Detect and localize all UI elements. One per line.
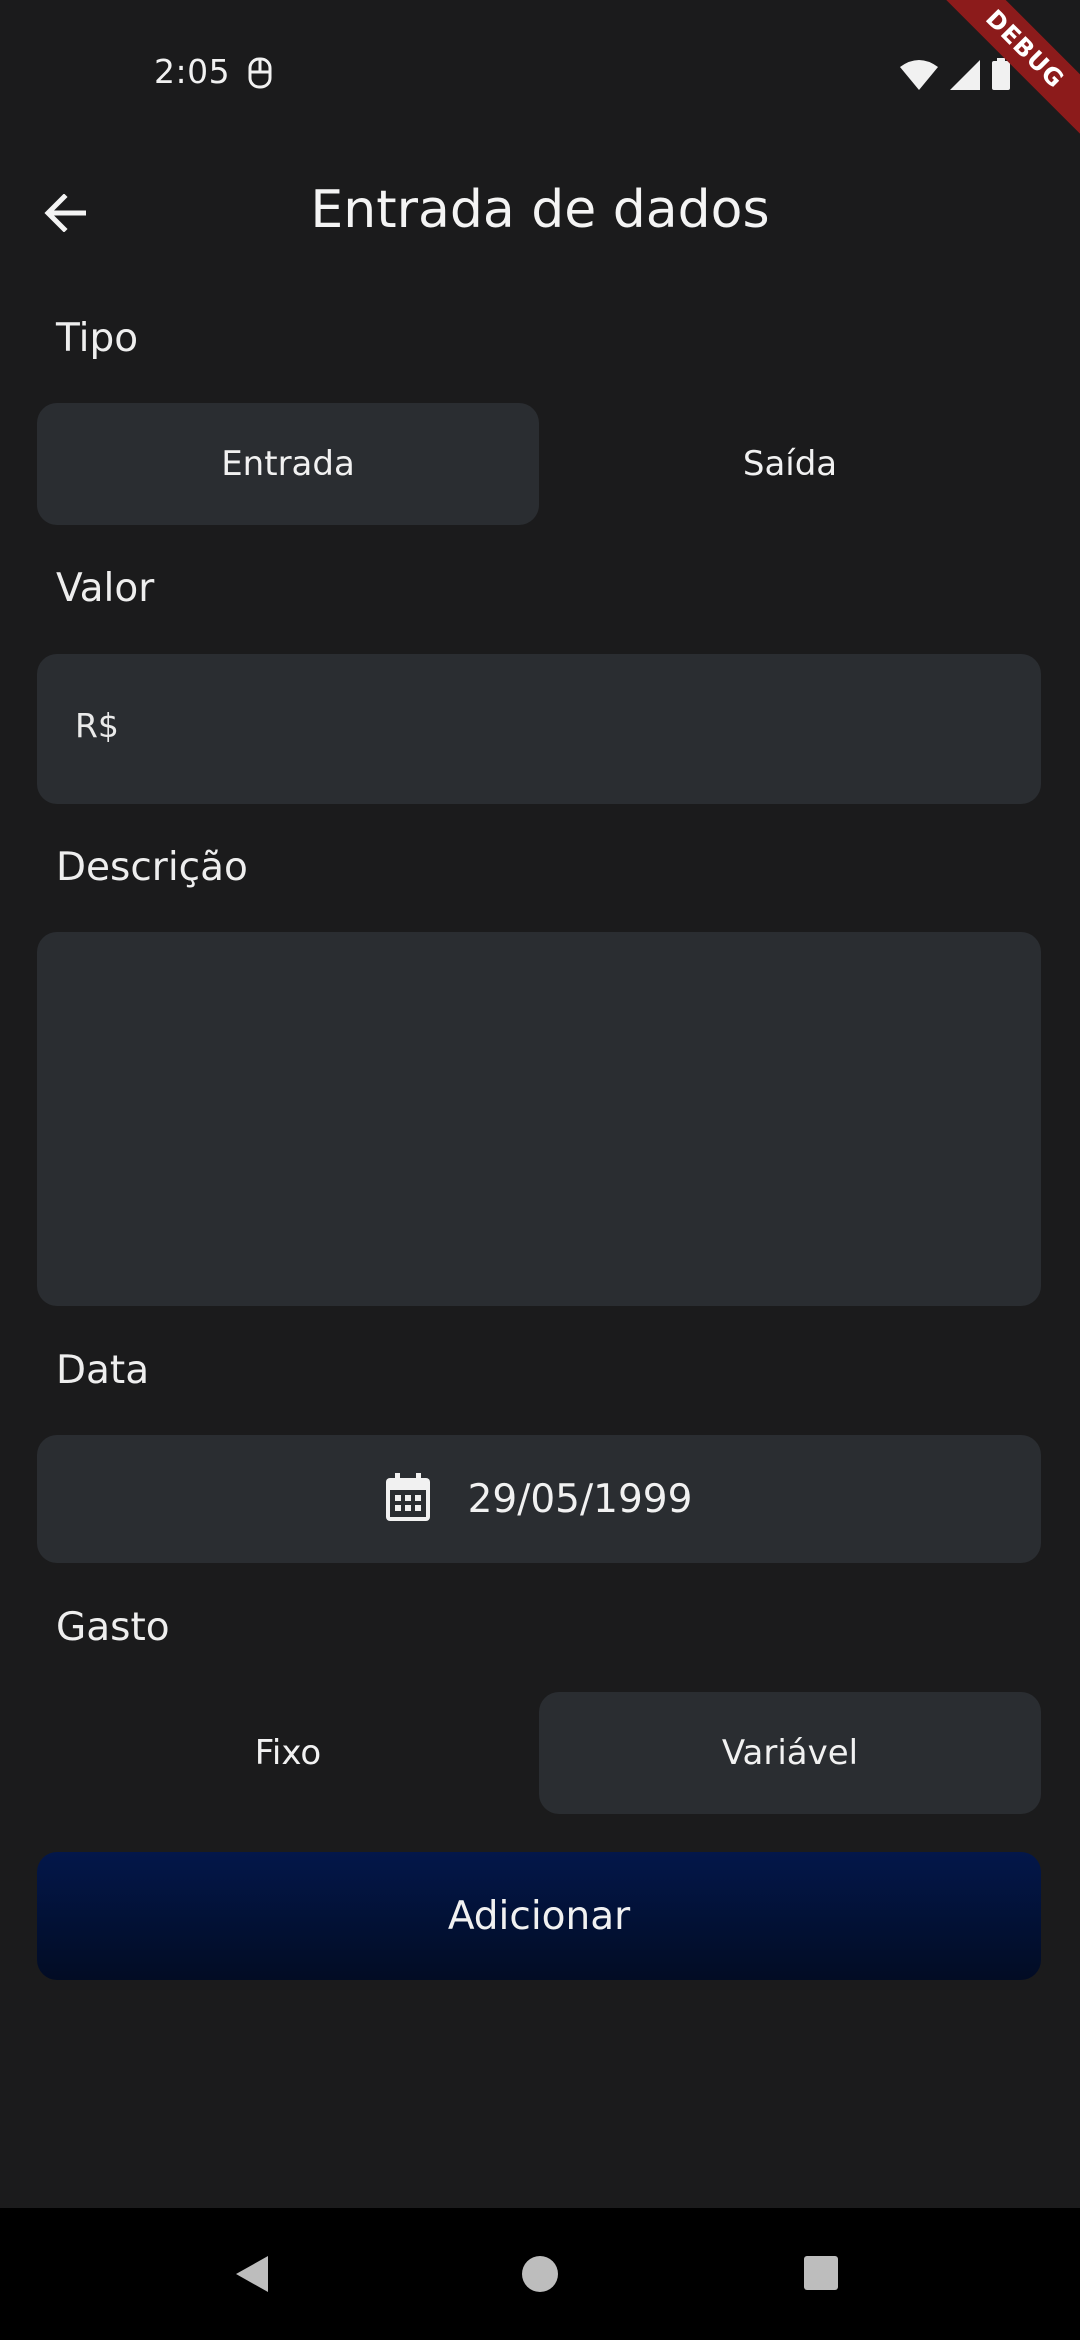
descricao-label: Descrição [56, 845, 248, 890]
calendar-icon [385, 1473, 430, 1525]
back-button[interactable] [30, 180, 100, 250]
descricao-input[interactable] [67, 962, 1011, 1276]
descricao-field [37, 932, 1041, 1306]
gasto-label: Gasto [56, 1605, 170, 1650]
currency-prefix: R$ [75, 706, 119, 745]
status-time: 2:05 [154, 52, 231, 91]
tipo-option-entrada[interactable]: Entrada [37, 403, 539, 525]
nav-home-button[interactable] [520, 2254, 560, 2294]
notification-icon [245, 56, 275, 90]
arrow-left-icon [44, 193, 87, 236]
signal-icon [950, 60, 980, 94]
data-label: Data [56, 1348, 150, 1393]
nav-back-button[interactable] [234, 2254, 274, 2294]
add-button[interactable]: Adicionar [37, 1852, 1041, 1980]
valor-field: R$ [37, 654, 1041, 804]
valor-label: Valor [56, 566, 155, 611]
gasto-option-fixo[interactable]: Fixo [37, 1692, 539, 1814]
nav-recents-button[interactable] [802, 2254, 842, 2294]
system-nav-bar [0, 2208, 1080, 2340]
gasto-option-variavel[interactable]: Variável [539, 1692, 1041, 1814]
recents-square-icon [802, 2256, 840, 2296]
gasto-toggle: Fixo Variável [37, 1692, 1041, 1814]
back-triangle-icon [234, 2256, 270, 2298]
home-circle-icon [520, 2256, 560, 2298]
tipo-option-saida[interactable]: Saída [539, 403, 1041, 525]
battery-icon [992, 58, 1010, 94]
date-picker-button[interactable]: 29/05/1999 [37, 1435, 1041, 1563]
status-bar: 2:05 DEBUG [0, 0, 1080, 150]
date-value: 29/05/1999 [467, 1476, 693, 1522]
valor-input[interactable] [137, 684, 1011, 774]
app-bar: Entrada de dados [0, 150, 1080, 274]
wifi-icon [900, 60, 938, 94]
tipo-label: Tipo [56, 316, 139, 361]
status-icons [900, 58, 1010, 94]
page-title: Entrada de dados [310, 180, 770, 240]
tipo-toggle: Entrada Saída [37, 403, 1041, 525]
